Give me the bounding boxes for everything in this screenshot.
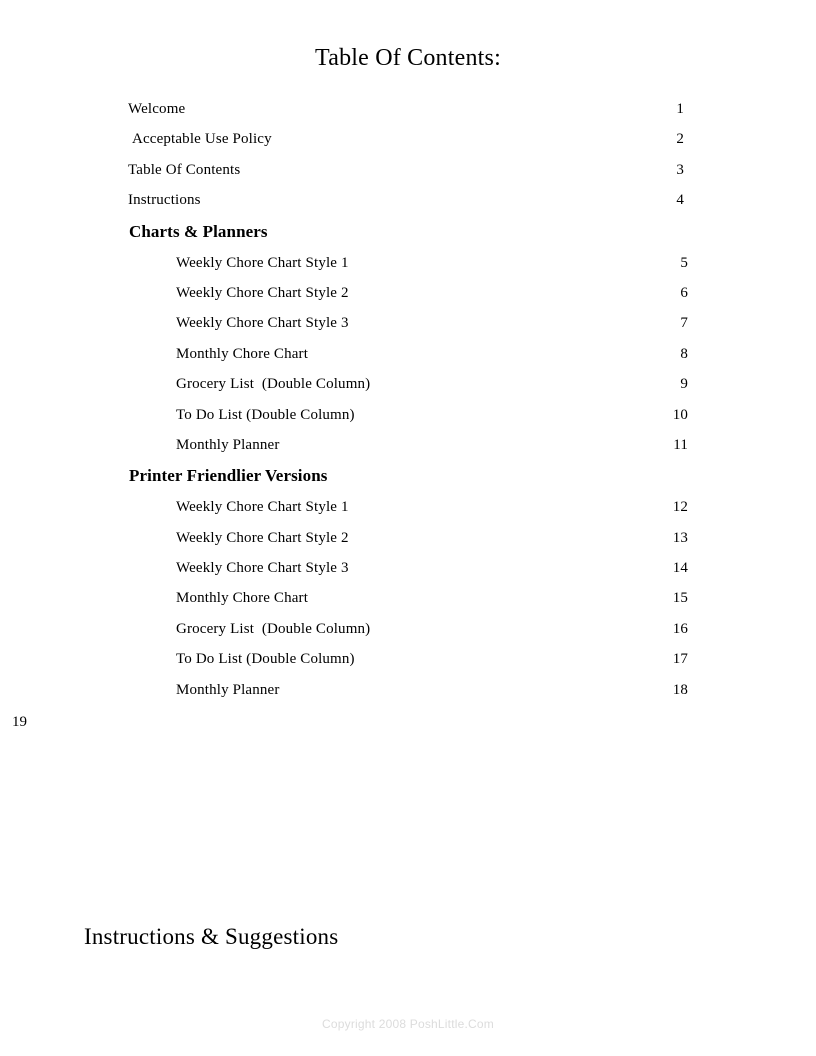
toc-entry-label: Instructions [128, 192, 201, 209]
toc-entry-page-number: 7 [680, 315, 688, 332]
toc-entry-page-number: 4 [676, 192, 684, 209]
toc-entry-page-number: 15 [672, 590, 688, 607]
toc-entry-label: Acceptable Use Policy [132, 131, 272, 148]
toc-entry-label: Weekly Chore Chart Style 3 [176, 315, 349, 332]
toc-entry-page-number: 5 [680, 254, 688, 271]
toc-entry[interactable]: Acceptable Use Policy 2 [128, 124, 684, 154]
toc-entry-page-number: 9 [680, 376, 688, 393]
orphan-page-number: 19 [12, 714, 27, 730]
toc-entry-label: Weekly Chore Chart Style 3 [176, 560, 349, 577]
toc-entry[interactable]: Monthly Chore Chart 8 [128, 339, 688, 369]
toc-entry-label: Monthly Planner [176, 436, 280, 453]
toc-entry-label: Monthly Chore Chart [176, 345, 309, 362]
instructions-section-title: Instructions & Suggestions [84, 924, 339, 949]
toc-entry-page-number: 18 [672, 681, 688, 698]
toc-entry[interactable]: Grocery List (Double Column) 9 [128, 369, 688, 399]
toc-entry-page-number: 3 [676, 161, 684, 178]
toc-entry-label: Monthly Planner [176, 681, 280, 698]
toc-entry-page-number: 13 [672, 529, 688, 546]
toc-entry[interactable]: Grocery List (Double Column) 16 [128, 614, 688, 644]
toc-entry-page-number: 14 [672, 560, 688, 577]
toc-entry-page-number: 2 [676, 131, 684, 148]
table-of-contents: Welcome 1 Acceptable Use Policy 2 Table Of C… [128, 94, 688, 705]
toc-entry[interactable]: Weekly Chore Chart Style 2 6 [128, 278, 688, 308]
page-title: Table Of Contents: [315, 45, 501, 71]
toc-entry-page-number: 1 [676, 101, 684, 117]
toc-entry[interactable]: To Do List (Double Column) 10 [128, 400, 688, 430]
toc-entry-page-number: 8 [680, 345, 688, 362]
toc-entry[interactable]: Welcome 1 [128, 94, 684, 124]
toc-entry-page-number: 17 [672, 651, 688, 668]
toc-entry-label: Monthly Chore Chart [176, 590, 309, 607]
toc-entry[interactable]: Weekly Chore Chart Style 3 7 [128, 308, 688, 338]
toc-entry-label: To Do List (Double Column) [176, 406, 355, 423]
toc-entry[interactable]: Monthly Planner 18 [128, 675, 688, 705]
toc-entry-label: Weekly Chore Chart Style 2 [176, 284, 349, 301]
toc-entry[interactable]: Weekly Chore Chart Style 2 13 [128, 523, 688, 553]
document-page: Table Of Contents: Welcome 1 Acceptable Us… [0, 0, 816, 1056]
toc-entry[interactable]: Weekly Chore Chart Style 1 12 [128, 492, 688, 522]
toc-entry[interactable]: Monthly Chore Chart 15 [128, 583, 688, 613]
toc-entry[interactable]: Weekly Chore Chart Style 3 14 [128, 553, 688, 583]
toc-entry-label: Weekly Chore Chart Style 1 [176, 254, 349, 271]
toc-entry-label: Table Of Contents [128, 161, 241, 178]
toc-entry-label: Grocery List (Double Column) [176, 376, 371, 393]
copyright-footer: Copyright 2008 PoshLittle.Com [322, 1017, 494, 1031]
toc-entry-page-number: 10 [672, 406, 688, 423]
toc-entry-label: Weekly Chore Chart Style 2 [176, 529, 349, 546]
toc-entry-page-number: 6 [680, 284, 688, 301]
toc-entry-page-number: 12 [672, 499, 688, 516]
toc-entry[interactable]: Instructions 4 [128, 185, 684, 215]
toc-section-heading: Charts & Planners [129, 221, 268, 241]
toc-entry-page-number: 16 [672, 620, 688, 637]
toc-entry[interactable]: Table Of Contents 3 [128, 155, 684, 185]
toc-entry[interactable]: Monthly Planner 11 [128, 430, 688, 460]
toc-entry[interactable]: To Do List (Double Column) 17 [128, 644, 688, 674]
toc-entry-label: Weekly Chore Chart Style 1 [176, 499, 349, 516]
toc-entry-page-number: 11 [673, 436, 688, 453]
toc-section-heading: Printer Friendlier Versions [129, 466, 328, 486]
toc-entry-label: To Do List (Double Column) [176, 651, 355, 668]
toc-entry[interactable]: Weekly Chore Chart Style 1 5 [128, 248, 688, 278]
toc-entry-label: Grocery List (Double Column) [176, 620, 371, 637]
toc-entry-label: Welcome [128, 101, 186, 117]
